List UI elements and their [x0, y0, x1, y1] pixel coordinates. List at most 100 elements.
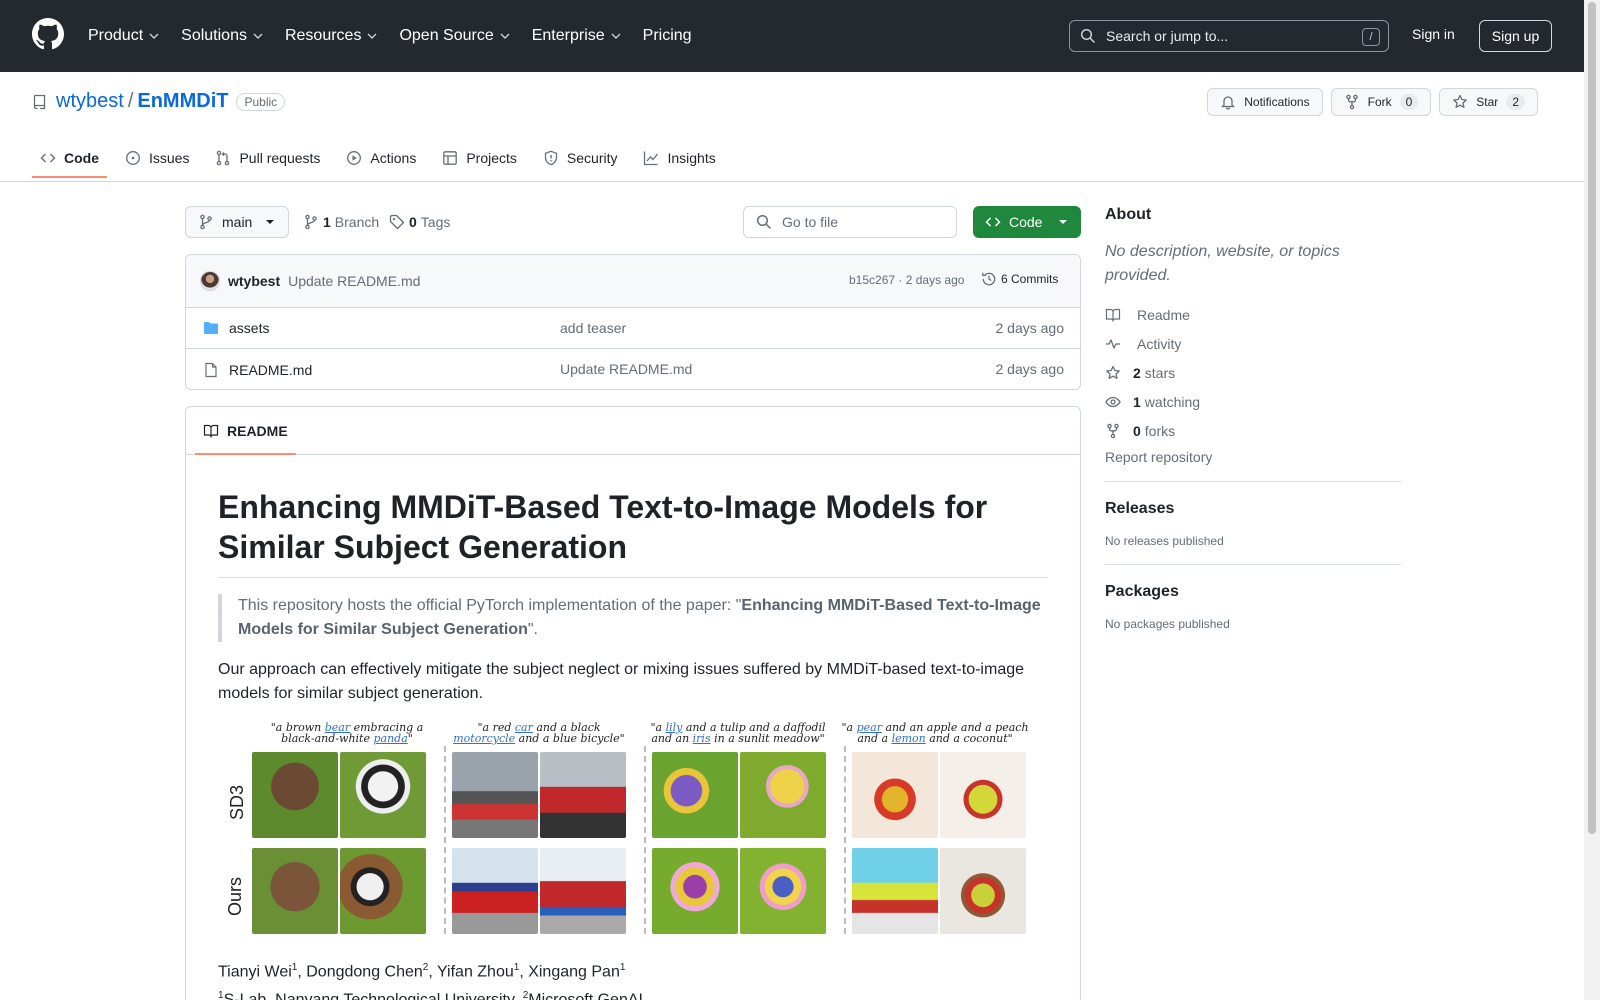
author-name: , Yifan Zhou [428, 963, 514, 981]
nav-label: Solutions [181, 27, 247, 44]
commit-message-link[interactable]: Update README.md [288, 273, 420, 289]
table-row[interactable]: assets add teaser 2 days ago [186, 308, 1080, 349]
notifications-label: Notifications [1244, 95, 1310, 109]
fork-icon [1107, 423, 1119, 438]
caption-text: in a sunlit meadow" [710, 732, 825, 745]
nav-label: Product [88, 27, 144, 44]
commit-hash-time[interactable]: b15c267 · 2 days ago [849, 273, 964, 287]
file-commit-link[interactable]: Update README.md [560, 361, 692, 377]
star-button[interactable]: Star 2 [1439, 88, 1538, 116]
nav-open-source[interactable]: Open Source [399, 27, 510, 45]
packages-heading[interactable]: Packages [1105, 583, 1401, 601]
teaser-image-vehicles [452, 848, 538, 934]
teaser-image-bear-panda [340, 848, 426, 934]
author-name: Tianyi Wei [218, 963, 292, 981]
tag-count-label: Tags [420, 214, 451, 230]
tag-count: 0 [409, 214, 417, 230]
nav-pricing[interactable]: Pricing [643, 27, 692, 45]
readme-header: README [186, 407, 1080, 455]
watchers-link[interactable]: 1 watching [1105, 387, 1401, 416]
readme-panel: README Enhancing MMDiT-Based Text-to-Ima… [185, 406, 1081, 1000]
commit-author-link[interactable]: wtybest [228, 273, 280, 289]
item-label: watching [1144, 393, 1201, 410]
sidebar-divider [1105, 481, 1401, 482]
nav-label: Pricing [642, 27, 692, 44]
file-commit-link[interactable]: add teaser [560, 320, 626, 336]
caption-subject: motorcycle [453, 732, 516, 745]
readme-link[interactable]: Readme [1105, 300, 1401, 329]
repo-owner-link[interactable]: wtybest [56, 90, 124, 113]
nav-label: Resources [284, 27, 362, 44]
go-to-file-input[interactable]: Go to file [743, 206, 957, 238]
sign-up-button[interactable]: Sign up [1479, 20, 1552, 52]
avatar[interactable] [200, 271, 220, 291]
nav-product[interactable]: Product [88, 27, 159, 45]
pulse-icon [1106, 338, 1120, 349]
page-scrollbar[interactable] [1584, 0, 1600, 1000]
sign-in-link[interactable]: Sign in [1412, 26, 1455, 42]
teaser-image-flowers [740, 848, 826, 934]
readme-tab[interactable]: README [195, 407, 296, 455]
tab-pull-requests[interactable]: Pull requests [207, 140, 328, 176]
repo-icon [33, 94, 46, 109]
tab-actions[interactable]: Actions [338, 140, 424, 176]
repo-title: wtybest / EnMMDiT Public [32, 90, 286, 113]
chevron-down-icon [253, 33, 263, 39]
teaser-caption: "a brown bear embracing a black-and-whit… [252, 722, 442, 744]
tab-projects[interactable]: Projects [434, 140, 525, 176]
tab-security[interactable]: Security [535, 140, 626, 176]
file-icon [205, 362, 217, 377]
affiliation-mark: 1 [619, 962, 626, 973]
repo-separator: / [127, 90, 134, 112]
item-count: 1 [1133, 393, 1141, 410]
file-date: 2 days ago [995, 361, 1065, 377]
github-logo-icon[interactable] [32, 18, 64, 50]
activity-link[interactable]: Activity [1105, 329, 1401, 358]
item-label: Readme [1137, 306, 1190, 323]
table-row[interactable]: README.md Update README.md 2 days ago [186, 349, 1080, 389]
item-count: 0 [1133, 422, 1141, 439]
code-download-button[interactable]: Code [973, 206, 1081, 238]
affiliation-name: Microsoft GenAI [528, 992, 643, 1000]
tab-code[interactable]: Code [32, 140, 107, 178]
teaser-image-bear-panda [252, 848, 338, 934]
nav-solutions[interactable]: Solutions [181, 27, 263, 45]
branches-link[interactable]: 1 Branch [303, 214, 379, 230]
tab-label: Pull requests [239, 150, 321, 166]
bell-icon [1221, 96, 1236, 110]
stars-link[interactable]: 2 stars [1105, 358, 1401, 387]
file-name-link[interactable]: README.md [229, 362, 312, 378]
branch-select-button[interactable]: main [185, 206, 289, 238]
search-input[interactable]: Search or jump to... / [1069, 20, 1389, 52]
readme-title: Enhancing MMDiT-Based Text-to-Image Mode… [218, 487, 1048, 578]
caption-text: and an [651, 732, 693, 745]
branch-icon [305, 214, 317, 230]
file-date: 2 days ago [995, 320, 1065, 336]
teaser-divider [444, 746, 446, 934]
table-icon [443, 151, 458, 165]
caption-subject: lemon [891, 732, 926, 745]
commits-history-link[interactable]: 6 Commits [981, 271, 1058, 287]
file-name-link[interactable]: assets [229, 320, 269, 336]
scrollbar-thumb[interactable] [1588, 2, 1596, 834]
forks-link[interactable]: 0 forks [1105, 416, 1401, 445]
readme-paragraph: Our approach can effectively mitigate th… [218, 661, 1025, 702]
teaser-image-flowers [740, 752, 826, 838]
row-label-sd3: SD3 [227, 784, 248, 821]
tab-insights[interactable]: Insights [635, 140, 723, 176]
releases-heading[interactable]: Releases [1105, 500, 1401, 518]
author-name: , Dongdong Chen [297, 963, 423, 981]
nav-enterprise[interactable]: Enterprise [532, 27, 621, 45]
notifications-button[interactable]: Notifications [1207, 88, 1323, 116]
repo-name-link[interactable]: EnMMDiT [137, 90, 228, 113]
tags-link[interactable]: 0 Tags [389, 214, 450, 230]
global-header: Product Solutions Resources Open Source … [0, 0, 1584, 72]
file-table: wtybest Update README.md b15c267 · 2 day… [185, 254, 1081, 390]
tab-issues[interactable]: Issues [117, 140, 197, 176]
caret-down-icon [266, 220, 274, 224]
star-icon [1453, 94, 1468, 108]
fork-button[interactable]: Fork 0 [1330, 88, 1432, 116]
nav-resources[interactable]: Resources [285, 27, 377, 45]
quote-prefix: This repository hosts the official PyTor… [238, 597, 742, 614]
report-repository-link[interactable]: Report repository [1105, 449, 1401, 465]
